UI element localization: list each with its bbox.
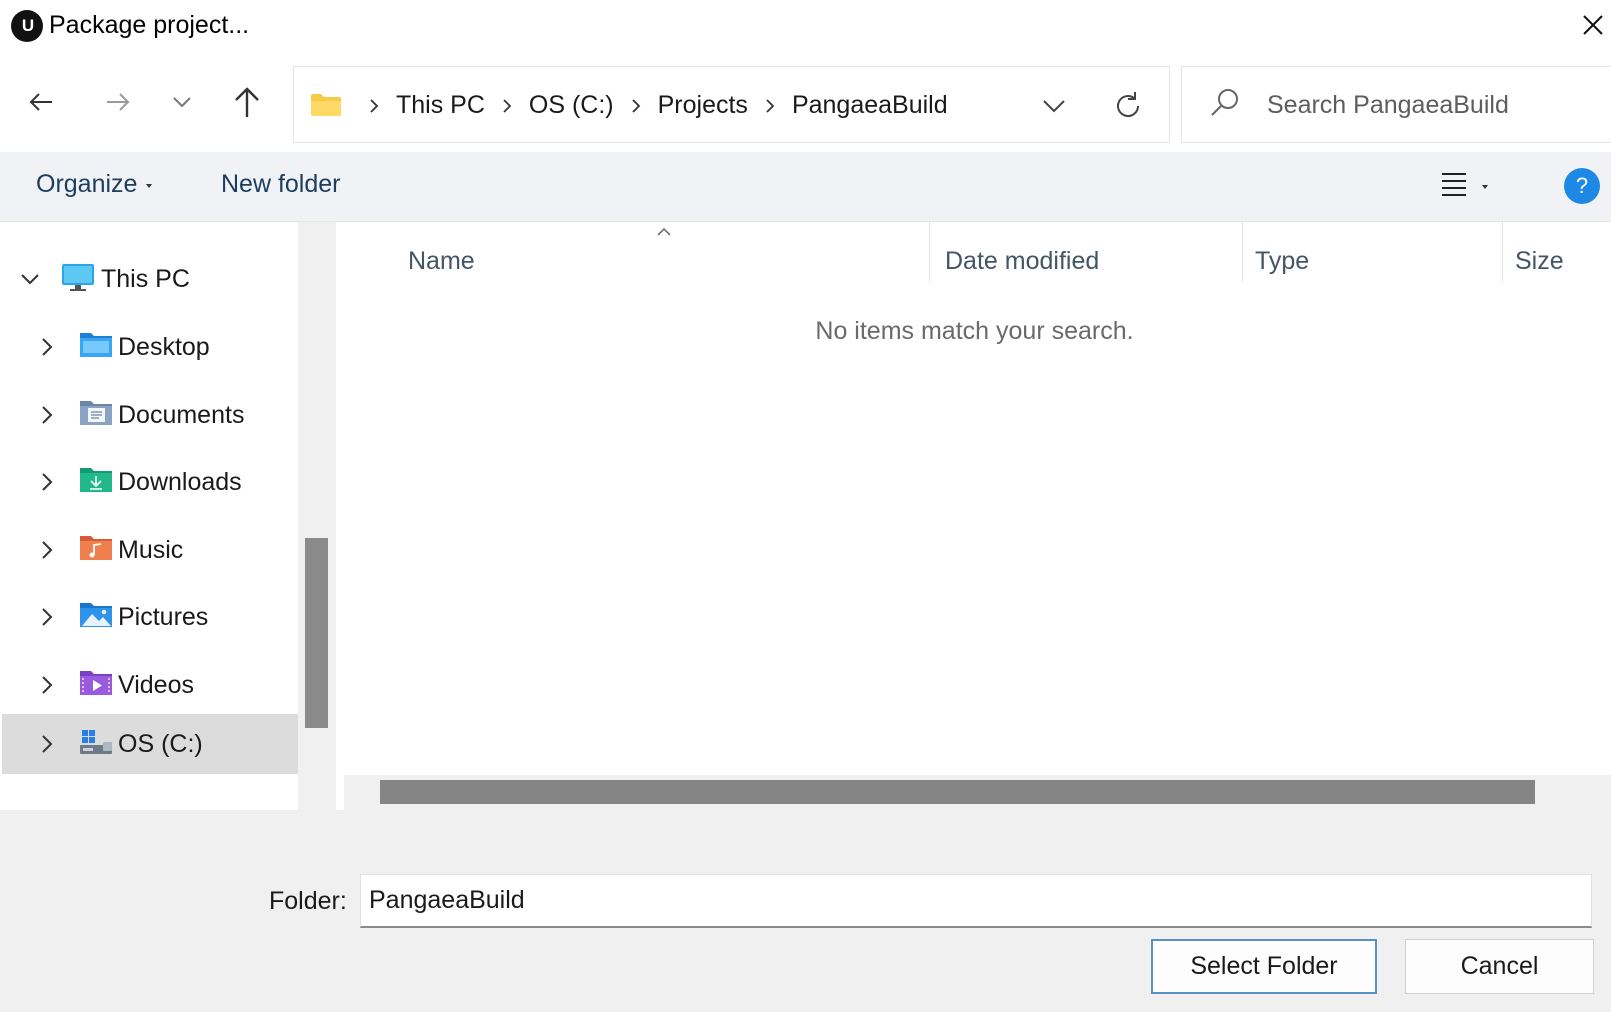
chevron-right-icon[interactable] (37, 540, 57, 560)
help-button[interactable]: ? (1564, 168, 1600, 204)
column-divider[interactable] (1242, 222, 1243, 282)
command-bar: Organize New folder ? (0, 152, 1611, 222)
sidebar-item-music[interactable]: Music (0, 520, 296, 580)
breadcrumb-pangaeabuild[interactable]: PangaeaBuild (790, 91, 950, 120)
up-arrow-icon[interactable] (225, 80, 269, 124)
folder-icon (310, 93, 342, 122)
view-options-button[interactable] (1440, 166, 1510, 206)
title-bar: U Package project... (0, 0, 1611, 60)
sidebar-item-label: Downloads (118, 467, 242, 496)
sidebar-item-label: Desktop (118, 332, 210, 361)
column-header-date-modified[interactable]: Date modified (945, 236, 1099, 286)
close-icon[interactable] (1578, 10, 1608, 40)
desktop-folder-icon (79, 331, 113, 361)
empty-state-message: No items match your search. (815, 317, 1134, 345)
window-title: Package project... (49, 11, 250, 39)
sidebar-item-downloads[interactable]: Downloads (0, 452, 296, 512)
back-arrow-icon[interactable] (19, 80, 63, 124)
chevron-right-icon[interactable] (37, 472, 57, 492)
address-bar[interactable]: This PC OS (C:) Projects PangaeaBuild (293, 66, 1170, 143)
sidebar-item-label: Pictures (118, 602, 209, 631)
sidebar-item-documents[interactable]: Documents (0, 385, 296, 445)
chevron-right-icon[interactable] (37, 337, 57, 357)
navigation-pane: This PC Desktop Documents Downloads Musi… (0, 222, 338, 810)
unreal-logo-icon: U (11, 10, 43, 42)
recent-locations-chevron-icon[interactable] (160, 80, 204, 124)
pictures-folder-icon (79, 601, 113, 631)
monitor-icon (61, 263, 95, 293)
folder-name-input[interactable] (360, 874, 1592, 928)
new-folder-button[interactable]: New folder (221, 170, 341, 199)
search-input[interactable] (1267, 85, 1597, 125)
folder-label: Folder: (269, 887, 347, 915)
chevron-right-icon[interactable] (37, 675, 57, 695)
chevron-right-icon[interactable] (750, 98, 790, 114)
caret-down-icon (1482, 185, 1488, 189)
sidebar-item-os-c[interactable]: OS (C:) (2, 714, 298, 774)
downloads-folder-icon (79, 466, 113, 496)
caret-down-icon (146, 183, 153, 188)
breadcrumb: This PC OS (C:) Projects PangaeaBuild (354, 67, 950, 144)
search-icon (1210, 87, 1240, 122)
search-box[interactable] (1181, 66, 1611, 143)
column-header-name[interactable]: Name (408, 236, 475, 286)
organize-label: Organize (36, 170, 138, 198)
list-view-icon (1440, 171, 1468, 202)
chevron-right-icon[interactable] (354, 98, 394, 114)
cancel-button[interactable]: Cancel (1405, 939, 1594, 994)
navigation-bar: This PC OS (C:) Projects PangaeaBuild (0, 60, 1611, 152)
drive-icon (79, 728, 113, 758)
breadcrumb-this-pc[interactable]: This PC (394, 91, 487, 120)
videos-folder-icon (79, 669, 113, 699)
chevron-right-icon[interactable] (37, 405, 57, 425)
address-dropdown-chevron-icon[interactable] (1034, 86, 1074, 126)
sort-ascending-icon (656, 224, 672, 242)
music-folder-icon (79, 534, 113, 564)
breadcrumb-projects[interactable]: Projects (656, 91, 750, 120)
horizontal-scrollbar-thumb[interactable] (380, 780, 1535, 804)
sidebar-item-label: OS (C:) (118, 729, 203, 758)
forward-arrow-icon[interactable] (96, 80, 140, 124)
sidebar-item-this-pc[interactable]: This PC (0, 249, 296, 309)
column-divider[interactable] (1502, 222, 1503, 282)
file-list: Name Date modified Type Size No items ma… (338, 222, 1611, 810)
sidebar-item-label: Documents (118, 400, 245, 429)
breadcrumb-os-c[interactable]: OS (C:) (527, 91, 616, 120)
select-folder-button[interactable]: Select Folder (1151, 939, 1377, 994)
column-divider[interactable] (929, 222, 930, 282)
sidebar-scrollbar-thumb[interactable] (305, 538, 328, 728)
chevron-right-icon[interactable] (616, 98, 656, 114)
chevron-down-icon[interactable] (20, 269, 40, 289)
refresh-icon[interactable] (1106, 84, 1150, 128)
chevron-right-icon[interactable] (37, 607, 57, 627)
chevron-right-icon[interactable] (487, 98, 527, 114)
sidebar-item-pictures[interactable]: Pictures (0, 587, 296, 647)
organize-button[interactable]: Organize (36, 170, 153, 199)
sidebar-item-desktop[interactable]: Desktop (0, 317, 296, 377)
column-header-type[interactable]: Type (1255, 236, 1309, 286)
sidebar-item-label: Videos (118, 670, 194, 699)
documents-folder-icon (79, 399, 113, 429)
chevron-right-icon[interactable] (37, 734, 57, 754)
column-header-size[interactable]: Size (1515, 236, 1564, 286)
sidebar-item-label: This PC (101, 264, 190, 293)
sidebar-item-label: Music (118, 535, 184, 564)
sidebar-item-videos[interactable]: Videos (0, 655, 296, 715)
dialog-footer: Folder: Select Folder Cancel (0, 810, 1611, 1012)
